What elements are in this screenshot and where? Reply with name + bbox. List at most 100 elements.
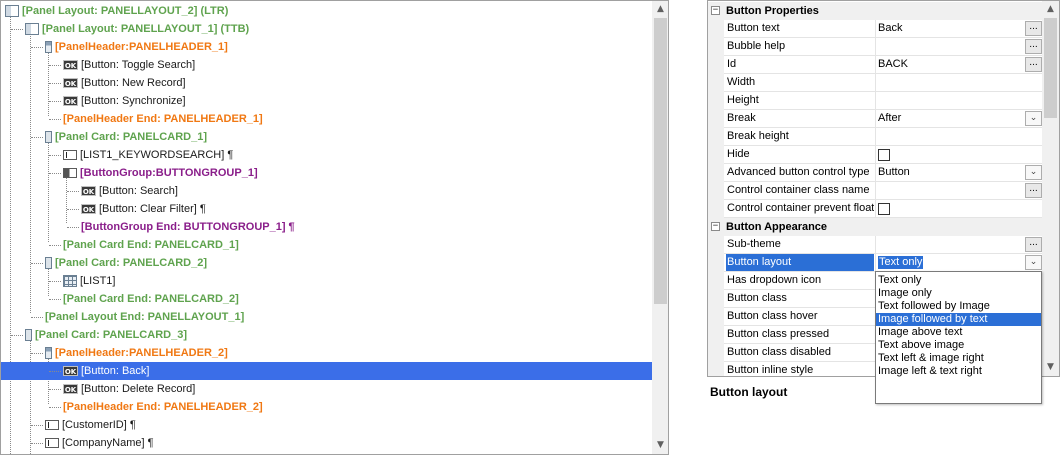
- property-value[interactable]: [875, 74, 1042, 91]
- chevron-down-icon[interactable]: ⌄: [1025, 255, 1042, 270]
- chevron-down-icon[interactable]: ⌄: [1025, 111, 1042, 126]
- tree-row[interactable]: OK [Button: Toggle Search]: [1, 56, 652, 74]
- tree-row[interactable]: [Panel Layout: PANELLAYOUT_1] (TTB): [1, 20, 652, 38]
- property-row[interactable]: Width: [708, 74, 1042, 92]
- tree-row[interactable]: OK [Button: Search]: [1, 182, 652, 200]
- dropdown-option[interactable]: Text only: [876, 274, 1041, 287]
- tree-node: OK [Button: Back]: [63, 364, 149, 378]
- tree-node-label: [Panel Card End: PANELCARD_1]: [63, 239, 239, 251]
- property-value[interactable]: [875, 128, 1042, 145]
- dropdown-option[interactable]: Text above image: [876, 339, 1041, 352]
- dropdown-option[interactable]: Text followed by Image: [876, 300, 1041, 313]
- tree-row[interactable]: [PanelHeader:PANELHEADER_2]: [1, 344, 652, 362]
- chevron-down-icon[interactable]: ⌄: [1025, 165, 1042, 180]
- scroll-down-arrow-icon[interactable]: ▼: [652, 437, 668, 454]
- tree-row[interactable]: [Panel Card: PANELCARD_2]: [1, 254, 652, 272]
- property-gutter: [708, 146, 724, 164]
- tree-scrollbar[interactable]: ▲ ▼: [652, 1, 668, 454]
- property-row[interactable]: Break height: [708, 128, 1042, 146]
- checkbox[interactable]: [878, 203, 890, 215]
- property-row[interactable]: Advanced button control type Button ⌄: [708, 164, 1042, 182]
- property-value[interactable]: ...: [875, 38, 1042, 55]
- tree-node: [CompanyName] ¶: [45, 436, 154, 450]
- tree-row[interactable]: OK [Button: Back]: [1, 362, 652, 380]
- tree-row[interactable]: [Panel Card End: PANELCARD_2]: [1, 290, 652, 308]
- tree-row[interactable]: [LIST1_KEYWORDSEARCH] ¶: [1, 146, 652, 164]
- tree-row[interactable]: OK [Button: New Record]: [1, 74, 652, 92]
- property-value[interactable]: [875, 92, 1042, 109]
- checkbox[interactable]: [878, 149, 890, 161]
- property-row[interactable]: Id BACK...: [708, 56, 1042, 74]
- tree-connector: [31, 443, 43, 444]
- property-category[interactable]: − Button Appearance: [708, 218, 1042, 236]
- ellipsis-button[interactable]: ...: [1025, 237, 1042, 252]
- tree-row[interactable]: [Panel Layout End: PANELLAYOUT_1]: [1, 308, 652, 326]
- tree-row[interactable]: [CustomerID] ¶: [1, 416, 652, 434]
- tree-row[interactable]: [CompanyName] ¶: [1, 434, 652, 452]
- property-value[interactable]: After ⌄: [875, 110, 1042, 127]
- tree-row[interactable]: [ButtonGroup End: BUTTONGROUP_1] ¶: [1, 218, 652, 236]
- component-tree[interactable]: [Panel Layout: PANELLAYOUT_2] (LTR) [Pane…: [0, 0, 669, 455]
- property-value[interactable]: ...: [875, 236, 1042, 253]
- tree-row[interactable]: [Panel Card: PANELCARD_3]: [1, 326, 652, 344]
- tree-node-label: [PanelHeader:PANELHEADER_1]: [55, 41, 228, 53]
- property-value[interactable]: [875, 200, 1042, 217]
- tree-node: OK [Button: Search]: [81, 184, 178, 198]
- scroll-down-arrow-icon[interactable]: ▼: [1042, 359, 1059, 376]
- tree-node: OK [Button: Clear Filter] ¶: [81, 202, 206, 216]
- tree-row[interactable]: [ButtonGroup:BUTTONGROUP_1]: [1, 164, 652, 182]
- tree-rows: [Panel Layout: PANELLAYOUT_2] (LTR) [Pane…: [1, 1, 652, 454]
- tree-row[interactable]: [Panel Card: PANELCARD_1]: [1, 128, 652, 146]
- ok-button-icon: OK: [63, 384, 78, 394]
- tree-row[interactable]: OK [Button: Clear Filter] ¶: [1, 200, 652, 218]
- property-value[interactable]: BACK...: [875, 56, 1042, 73]
- property-row[interactable]: Sub-theme...: [708, 236, 1042, 254]
- property-scrollbar[interactable]: ▲ ▼: [1042, 1, 1059, 376]
- property-row[interactable]: Height: [708, 92, 1042, 110]
- ellipsis-button[interactable]: ...: [1025, 183, 1042, 198]
- dropdown-option[interactable]: Image only: [876, 287, 1041, 300]
- property-gutter: [708, 38, 724, 56]
- tree-row[interactable]: OK [Button: Synchronize]: [1, 92, 652, 110]
- scroll-up-arrow-icon[interactable]: ▲: [1042, 1, 1059, 18]
- scroll-thumb[interactable]: [654, 18, 667, 304]
- property-value[interactable]: [875, 146, 1042, 163]
- tree-node: OK [Button: Toggle Search]: [63, 58, 195, 72]
- tree-row[interactable]: [PanelHeader End: PANELHEADER_2]: [1, 398, 652, 416]
- button-layout-dropdown-list[interactable]: Text only Image only Text followed by Imag…: [875, 271, 1042, 404]
- dropdown-option[interactable]: Text left & image right: [876, 352, 1041, 365]
- property-value[interactable]: ...: [875, 182, 1042, 199]
- dropdown-option[interactable]: Image above text: [876, 326, 1041, 339]
- property-value[interactable]: Button ⌄: [875, 164, 1042, 181]
- tree-node: [Panel Layout: PANELLAYOUT_1] (TTB): [25, 22, 249, 36]
- tree-row[interactable]: [Panel Layout: PANELLAYOUT_2] (LTR): [1, 2, 652, 20]
- property-row[interactable]: Hide: [708, 146, 1042, 164]
- tree-row[interactable]: [LIST1]: [1, 272, 652, 290]
- ellipsis-button[interactable]: ...: [1025, 57, 1042, 72]
- ellipsis-button[interactable]: ...: [1025, 39, 1042, 54]
- property-row[interactable]: Break After ⌄: [708, 110, 1042, 128]
- tree-row[interactable]: [PanelHeader:PANELHEADER_1]: [1, 38, 652, 56]
- property-value[interactable]: Text only ⌄: [875, 254, 1042, 271]
- property-row[interactable]: Control container prevent float: [708, 200, 1042, 218]
- property-name: Advanced button control type: [727, 166, 870, 178]
- tree-node: [Panel Card End: PANELCARD_1]: [63, 238, 239, 252]
- property-row[interactable]: Button text Back...: [708, 20, 1042, 38]
- scroll-up-arrow-icon[interactable]: ▲: [652, 1, 668, 18]
- property-name: Break: [727, 112, 756, 124]
- collapse-toggle-icon[interactable]: −: [711, 222, 720, 231]
- scroll-thumb[interactable]: [1044, 18, 1057, 118]
- tree-row[interactable]: OK [Button: Delete Record]: [1, 380, 652, 398]
- collapse-toggle-icon[interactable]: −: [711, 6, 720, 15]
- dropdown-option[interactable]: Image left & text right: [876, 365, 1041, 378]
- property-value[interactable]: Back...: [875, 20, 1042, 37]
- tree-row[interactable]: [Panel Card End: PANELCARD_1]: [1, 236, 652, 254]
- property-category[interactable]: − Button Properties: [708, 2, 1042, 20]
- property-row[interactable]: Control container class name...: [708, 182, 1042, 200]
- property-row[interactable]: Bubble help...: [708, 38, 1042, 56]
- ok-button-icon: OK: [63, 96, 78, 106]
- dropdown-option[interactable]: Image followed by text: [876, 313, 1041, 326]
- tree-row[interactable]: [PanelHeader End: PANELHEADER_1]: [1, 110, 652, 128]
- property-row[interactable]: Button layout Text only ⌄: [708, 254, 1042, 272]
- ellipsis-button[interactable]: ...: [1025, 21, 1042, 36]
